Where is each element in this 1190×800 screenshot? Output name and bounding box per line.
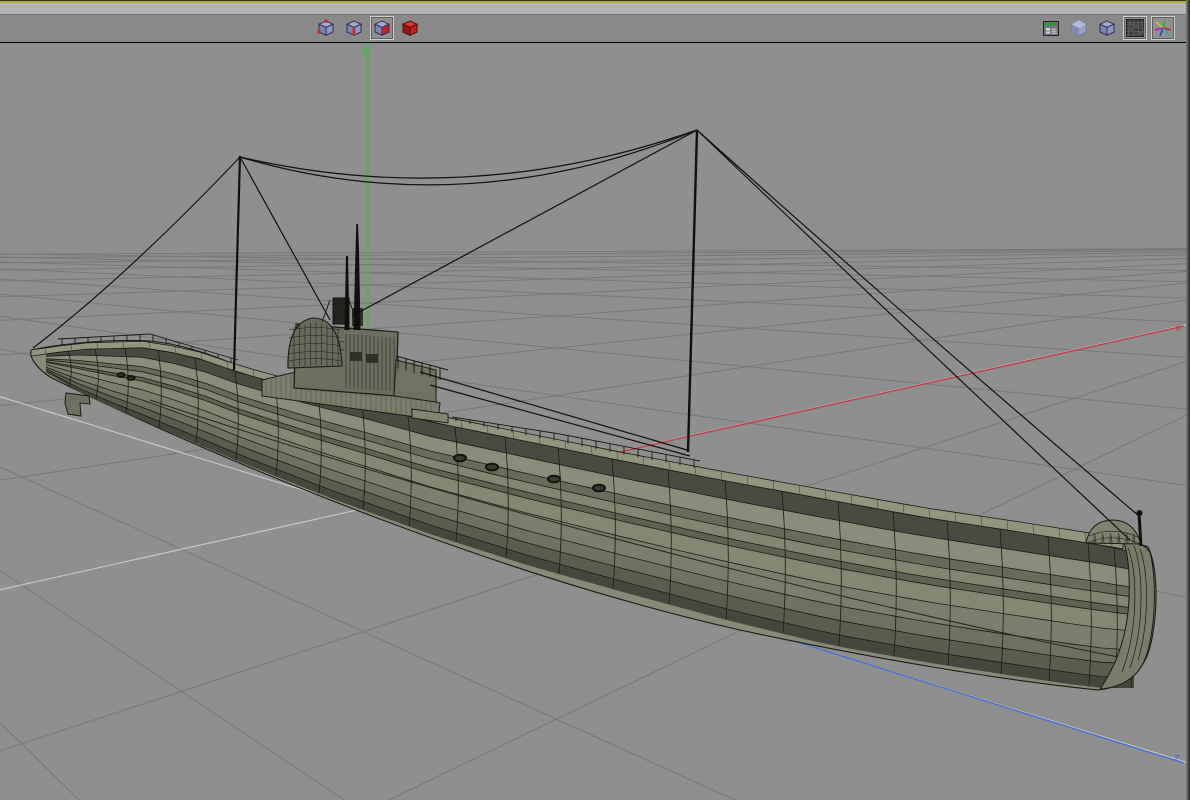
stern-post <box>1137 513 1143 547</box>
tower-hatch <box>350 352 362 361</box>
show-axes-button[interactable] <box>1151 16 1175 40</box>
vertex-mode-icon <box>317 19 335 36</box>
edge-mode-button[interactable] <box>342 16 366 40</box>
selection-mode-group <box>314 16 422 40</box>
aft-mast <box>686 129 699 453</box>
vertex-mode-button[interactable] <box>314 16 338 40</box>
smooth-preview-icon <box>1071 19 1087 37</box>
axis-y-label: y <box>362 44 369 57</box>
edge-mode-icon <box>345 20 363 36</box>
face-mode-icon <box>373 20 391 36</box>
tower-hatch <box>366 354 378 363</box>
view-toggle-group <box>1039 16 1175 40</box>
geometry-window-button[interactable] <box>1039 16 1063 40</box>
geometry-window-icon <box>1043 21 1059 36</box>
toolbar <box>0 15 1190 43</box>
jumping-wire <box>696 129 1140 517</box>
viewport-3d[interactable]: x y z <box>0 43 1190 800</box>
jumping-wire <box>32 156 241 349</box>
conning-tower <box>261 224 449 424</box>
bow-fin <box>64 392 91 417</box>
smooth-preview-button[interactable] <box>1067 16 1091 40</box>
show-grid-button[interactable] <box>1123 16 1147 40</box>
window-chrome <box>0 0 1190 43</box>
face-mode-button[interactable] <box>370 16 394 40</box>
jumping-wire <box>351 129 698 317</box>
flat-shading-icon <box>1098 20 1116 36</box>
periscope-short <box>344 256 350 330</box>
body-mode-icon <box>401 20 419 36</box>
flat-shading-button[interactable] <box>1095 16 1119 40</box>
show-grid-icon <box>1126 19 1144 37</box>
show-axes-icon <box>1154 19 1172 37</box>
chrome-strip <box>0 3 1190 15</box>
submarine-model[interactable] <box>30 129 1157 691</box>
body-mode-button[interactable] <box>398 16 422 40</box>
axis-z-label: z <box>1174 751 1180 764</box>
axis-x-label: x <box>1175 321 1182 334</box>
